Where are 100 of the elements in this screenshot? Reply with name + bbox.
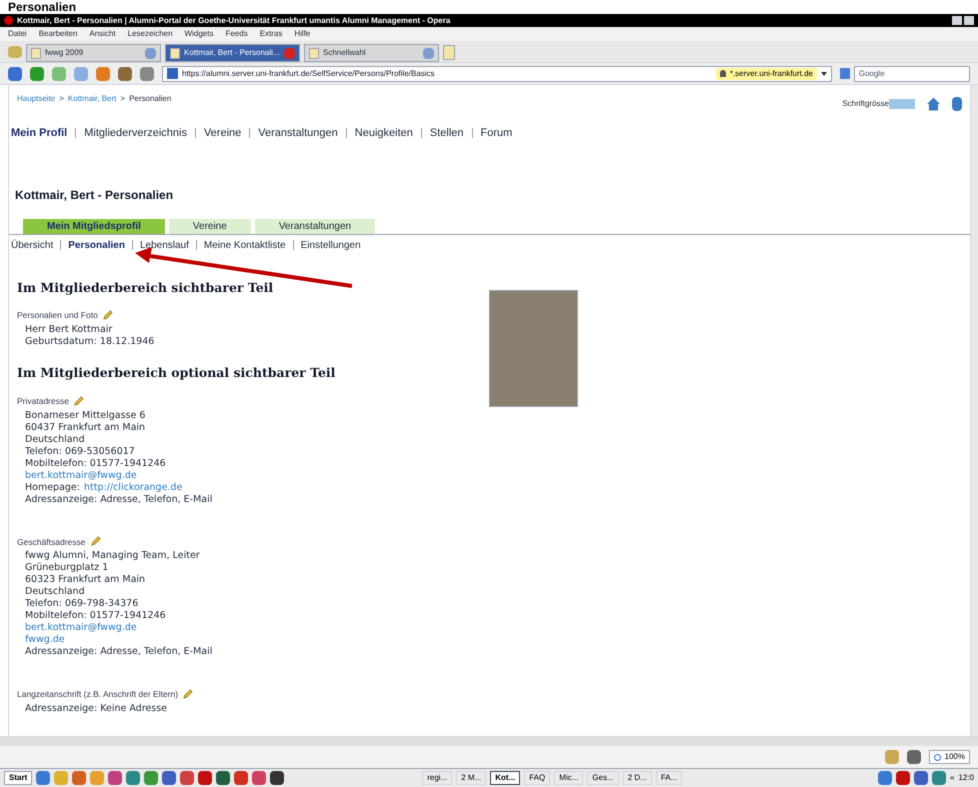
- vertical-scrollbar[interactable]: [970, 85, 978, 736]
- field-label: Personalien und Foto: [17, 309, 98, 322]
- subnav-link[interactable]: Lebenslauf: [140, 238, 189, 252]
- breadcrumb-link[interactable]: Personalien: [129, 93, 172, 105]
- nav-link[interactable]: Vereine: [204, 125, 242, 142]
- nav-link[interactable]: Neuigkeiten: [354, 125, 413, 142]
- profile-tab[interactable]: Mein Mitgliedsprofil: [23, 218, 165, 234]
- taskbar-button[interactable]: 2 D...: [622, 771, 652, 785]
- quick-launch-icon[interactable]: [270, 771, 284, 785]
- address-line: Deutschland: [25, 434, 86, 446]
- menu-item[interactable]: Feeds: [225, 28, 248, 40]
- taskbar-button[interactable]: Kot...: [490, 771, 520, 785]
- quick-launch-icon[interactable]: [162, 771, 176, 785]
- address-line: Adressanzeige: Adresse, Telefon, E-Mail: [25, 494, 214, 506]
- page-icon: [31, 48, 41, 58]
- taskbar-button[interactable]: FA...: [656, 771, 682, 785]
- address-line: Bonameser Mittelgasse 6: [25, 410, 146, 422]
- search-field[interactable]: Google: [854, 66, 970, 82]
- breadcrumb-link[interactable]: Kottmair, Bert: [68, 93, 116, 105]
- toolbar-icon[interactable]: [74, 66, 88, 80]
- subnav-link[interactable]: Meine Kontaktliste: [204, 238, 286, 252]
- profile-tab[interactable]: Veranstaltungen: [254, 218, 376, 234]
- window-title: Kottmair, Bert - Personalien | Alumni-Portal der Goethe-Universität Frankfurt umantis Alumni Management - Opera: [17, 16, 450, 24]
- site-icon: [167, 68, 178, 79]
- new-tab-icon[interactable]: [443, 45, 455, 60]
- taskbar-button[interactable]: Mic...: [554, 771, 584, 785]
- toolbar-icon[interactable]: [8, 66, 22, 80]
- address-line: 60323 Frankfurt am Main: [25, 574, 146, 586]
- link[interactable]: bert.kottmair@fwwg.de: [25, 470, 137, 480]
- home-icon[interactable]: [927, 98, 940, 110]
- browser-tab[interactable]: fwwg 2009: [26, 44, 161, 62]
- menu-item[interactable]: Extras: [260, 28, 282, 40]
- address-line: Adressanzeige: Keine Adresse: [25, 703, 168, 715]
- link[interactable]: http://clickorange.de: [84, 482, 182, 494]
- nav-link[interactable]: Mitgliederverzeichnis: [84, 125, 187, 142]
- address-line: Grüneburgplatz 1: [25, 562, 110, 574]
- zoom-control[interactable]: 100%: [928, 750, 970, 764]
- toolbar-icon[interactable]: [118, 66, 132, 80]
- taskbar-button[interactable]: Ges...: [587, 771, 619, 785]
- pencil-icon[interactable]: [182, 689, 194, 700]
- link[interactable]: fwwg.de: [25, 634, 65, 646]
- pencil-icon[interactable]: [72, 396, 84, 407]
- breadcrumb-link[interactable]: Hauptseite: [17, 93, 56, 105]
- tray-expand-button[interactable]: «: [950, 772, 954, 784]
- browser-tab[interactable]: Schnellwahl: [304, 44, 439, 62]
- tray-icon[interactable]: [914, 771, 928, 785]
- toolbar-icon[interactable]: [52, 66, 66, 80]
- horizontal-scrollbar[interactable]: [0, 736, 978, 746]
- profile-tab[interactable]: Vereine: [168, 218, 251, 234]
- toolbar-icon[interactable]: [30, 66, 44, 80]
- start-button[interactable]: Start: [4, 771, 32, 785]
- clock: 12:0: [958, 772, 974, 784]
- toolbar-icon[interactable]: [96, 66, 110, 80]
- caret-icon[interactable]: [821, 72, 827, 76]
- section-heading: Im Mitgliederbereich sichtbarer Teil: [17, 278, 274, 297]
- page-title: Kottmair, Bert - Personalien: [14, 186, 174, 204]
- tray-icon[interactable]: [932, 771, 946, 785]
- quick-launch-icon[interactable]: [216, 771, 230, 785]
- link[interactable]: bert.kottmair@fwwg.de: [25, 622, 137, 634]
- menu-item[interactable]: Hilfe: [294, 28, 310, 40]
- field-label: Geschäftsadresse: [17, 536, 86, 548]
- address-line: Homepage:: [25, 482, 80, 494]
- subnav-link[interactable]: Übersicht: [11, 238, 54, 252]
- status-icon[interactable]: [884, 750, 899, 764]
- subnav-link[interactable]: Personalien: [68, 238, 125, 252]
- quick-launch-icon[interactable]: [198, 771, 212, 785]
- address-field[interactable]: https://alumni.server.uni-frankfurt.de/SelfService/Persons/Profile/Basics *.server.uni-frankfurt.de: [162, 66, 832, 82]
- view-icon[interactable]: [906, 750, 921, 764]
- breadcrumb-separator: >: [59, 93, 64, 105]
- tray-icon[interactable]: [896, 771, 910, 785]
- taskbar-button[interactable]: FAQ: [524, 771, 550, 785]
- app-icon: [4, 16, 13, 25]
- menu-item[interactable]: Ansicht: [89, 28, 116, 40]
- subnav-link[interactable]: Einstellungen: [300, 238, 361, 252]
- taskbar-button[interactable]: regi...: [422, 771, 452, 785]
- pencil-icon[interactable]: [102, 310, 113, 322]
- taskbar-button[interactable]: 2 M...: [456, 771, 486, 785]
- pencil-icon[interactable]: [90, 536, 101, 548]
- security-badge[interactable]: *.server.uni-frankfurt.de: [716, 68, 817, 80]
- address-line: Mobiltelefon: 01577-1941246: [25, 458, 167, 470]
- nav-link[interactable]: Mein Profil: [11, 125, 68, 142]
- nav-link[interactable]: Stellen: [430, 125, 464, 142]
- page-caption: Personalien: [7, 0, 78, 14]
- nav-link[interactable]: Forum: [480, 125, 512, 142]
- address-line: Herr Bert Kottmair: [25, 324, 114, 336]
- search-engine-icon: [840, 68, 850, 79]
- browser-tab[interactable]: Kottmair, Bert - Personali...: [165, 44, 300, 62]
- field-label: Langzeitanschrift (z.B. Anschrift der Eltern): [17, 688, 178, 701]
- tray-icon[interactable]: [878, 771, 892, 785]
- menu-item[interactable]: Widgets: [184, 28, 214, 40]
- menu-item[interactable]: Datei: [8, 28, 27, 40]
- nav-link[interactable]: Veranstaltungen: [258, 125, 338, 142]
- section-heading: Im Mitgliederbereich optional sichtbarer Teil: [17, 364, 336, 382]
- address-line: Telefon: 069-53056017: [25, 446, 136, 458]
- menu-item[interactable]: Bearbeiten: [38, 28, 78, 40]
- breadcrumb-separator: >: [120, 93, 126, 105]
- toolbar-icon[interactable]: [140, 66, 154, 80]
- address-line: Telefon: 069-798-34376: [25, 598, 140, 610]
- address-line: Adressanzeige: Adresse, Telefon, E-Mail: [25, 646, 214, 658]
- menu-item[interactable]: Lesezeichen: [128, 28, 173, 40]
